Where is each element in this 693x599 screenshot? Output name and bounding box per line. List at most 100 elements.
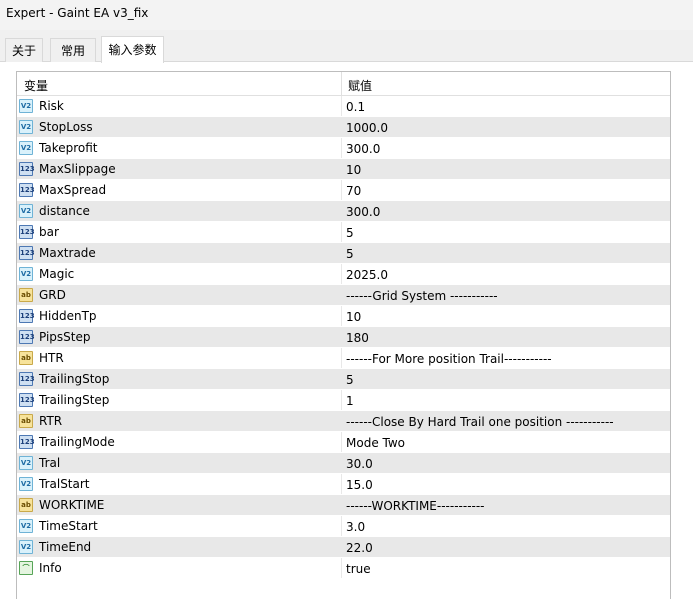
- tab-inputs[interactable]: 输入参数: [101, 36, 164, 63]
- variable-cell: V2 TimeStart: [17, 516, 342, 536]
- table-row[interactable]: V2 Takeprofit 300.0: [17, 138, 670, 159]
- variable-name: TrailingStop: [39, 372, 110, 386]
- expert-properties-window: Expert - Gaint EA v3_fix 关于 常用 输入参数 变量 赋…: [0, 0, 693, 599]
- variable-cell: V2 TralStart: [17, 474, 342, 494]
- tab-about[interactable]: 关于: [5, 38, 43, 62]
- table-row[interactable]: ab HTR ------For More position Trail------…: [17, 348, 670, 369]
- value-cell[interactable]: 15.0: [342, 474, 670, 494]
- double-type-icon: V2: [19, 141, 33, 155]
- table-row[interactable]: 123 MaxSlippage 10: [17, 159, 670, 180]
- value-cell[interactable]: ------WORKTIME-----------: [342, 495, 670, 515]
- value-cell[interactable]: 5: [342, 222, 670, 242]
- value-cell[interactable]: 1: [342, 390, 670, 410]
- variable-name: Maxtrade: [39, 246, 96, 260]
- double-type-icon: V2: [19, 99, 33, 113]
- value-cell[interactable]: 300.0: [342, 138, 670, 158]
- variable-cell: V2 Tral: [17, 453, 342, 473]
- value-cell[interactable]: 3.0: [342, 516, 670, 536]
- table-row[interactable]: 123 TrailingStep 1: [17, 390, 670, 411]
- table-row[interactable]: ab WORKTIME ------WORKTIME-----------: [17, 495, 670, 516]
- value-cell[interactable]: true: [342, 558, 670, 578]
- inputs-panel: 变量 赋值 V2 Risk 0.1 V2 StopLoss 1000.0 V2 Takepro…: [0, 62, 693, 599]
- table-row[interactable]: ab RTR ------Close By Hard Trail one posit…: [17, 411, 670, 432]
- variable-name: MaxSpread: [39, 183, 107, 197]
- variable-name: RTR: [39, 414, 63, 428]
- variable-name: Takeprofit: [39, 141, 98, 155]
- value-cell[interactable]: 22.0: [342, 537, 670, 557]
- value-cell[interactable]: Mode Two: [342, 432, 670, 452]
- header-variable[interactable]: 变量: [17, 72, 342, 95]
- parameters-grid: 变量 赋值 V2 Risk 0.1 V2 StopLoss 1000.0 V2 Takepro…: [16, 71, 671, 599]
- value-cell[interactable]: 300.0: [342, 201, 670, 221]
- int-type-icon: 123: [19, 225, 35, 239]
- table-row[interactable]: V2 Risk 0.1: [17, 96, 670, 117]
- table-row[interactable]: 123 Maxtrade 5: [17, 243, 670, 264]
- table-row[interactable]: 123 bar 5: [17, 222, 670, 243]
- variable-cell: V2 StopLoss: [17, 117, 342, 137]
- variable-cell: V2 Risk: [17, 96, 342, 116]
- value-cell[interactable]: 0.1: [342, 96, 670, 116]
- value-cell[interactable]: ------Grid System -----------: [342, 285, 670, 305]
- table-row[interactable]: V2 StopLoss 1000.0: [17, 117, 670, 138]
- variable-cell: 123 HiddenTp: [17, 306, 342, 326]
- variable-cell: ab WORKTIME: [17, 495, 342, 515]
- value-cell[interactable]: 180: [342, 327, 670, 347]
- string-type-icon: ab: [19, 288, 33, 302]
- string-type-icon: ab: [19, 414, 33, 428]
- value-cell[interactable]: 2025.0: [342, 264, 670, 284]
- value-cell[interactable]: 1000.0: [342, 117, 670, 137]
- table-row[interactable]: V2 distance 300.0: [17, 201, 670, 222]
- variable-cell: 123 PipsStep: [17, 327, 342, 347]
- table-row[interactable]: V2 TimeStart 3.0: [17, 516, 670, 537]
- variable-name: TrailingStep: [39, 393, 110, 407]
- int-type-icon: 123: [19, 372, 35, 386]
- table-row[interactable]: 123 TrailingStop 5: [17, 369, 670, 390]
- variable-name: MaxSlippage: [39, 162, 116, 176]
- int-type-icon: 123: [19, 162, 35, 176]
- table-row[interactable]: 123 MaxSpread 70: [17, 180, 670, 201]
- table-row[interactable]: 123 PipsStep 180: [17, 327, 670, 348]
- table-row[interactable]: V2 TralStart 15.0: [17, 474, 670, 495]
- header-value[interactable]: 赋值: [342, 72, 670, 95]
- table-row[interactable]: 123 HiddenTp 10: [17, 306, 670, 327]
- variable-name: HiddenTp: [39, 309, 97, 323]
- value-cell[interactable]: 30.0: [342, 453, 670, 473]
- string-type-icon: ab: [19, 351, 33, 365]
- grid-rows: V2 Risk 0.1 V2 StopLoss 1000.0 V2 Takeprofit 300…: [17, 96, 670, 579]
- variable-name: GRD: [39, 288, 66, 302]
- variable-cell: ab RTR: [17, 411, 342, 431]
- table-row[interactable]: V2 TimeEnd 22.0: [17, 537, 670, 558]
- variable-cell: 123 MaxSlippage: [17, 159, 342, 179]
- int-type-icon: 123: [19, 435, 35, 449]
- tab-common[interactable]: 常用: [50, 38, 96, 62]
- variable-name: TrailingMode: [39, 435, 115, 449]
- string-type-icon: ab: [19, 498, 33, 512]
- variable-name: TralStart: [39, 477, 90, 491]
- value-cell[interactable]: 70: [342, 180, 670, 200]
- variable-cell: ⌒ Info: [17, 558, 342, 578]
- table-row[interactable]: V2 Magic 2025.0: [17, 264, 670, 285]
- variable-name: bar: [39, 225, 59, 239]
- variable-cell: 123 TrailingStep: [17, 390, 342, 410]
- variable-cell: V2 Magic: [17, 264, 342, 284]
- int-type-icon: 123: [19, 330, 35, 344]
- tab-bar: 关于 常用 输入参数: [0, 36, 693, 63]
- value-cell[interactable]: 10: [342, 159, 670, 179]
- double-type-icon: V2: [19, 519, 33, 533]
- value-cell[interactable]: ------Close By Hard Trail one position -…: [342, 411, 670, 431]
- table-row[interactable]: V2 Tral 30.0: [17, 453, 670, 474]
- table-row[interactable]: ab GRD ------Grid System -----------: [17, 285, 670, 306]
- variable-cell: 123 bar: [17, 222, 342, 242]
- variable-name: Tral: [39, 456, 61, 470]
- value-cell[interactable]: ------For More position Trail-----------: [342, 348, 670, 368]
- table-row[interactable]: 123 TrailingMode Mode Two: [17, 432, 670, 453]
- value-cell[interactable]: 10: [342, 306, 670, 326]
- variable-name: HTR: [39, 351, 64, 365]
- value-cell[interactable]: 5: [342, 369, 670, 389]
- variable-name: Magic: [39, 267, 75, 281]
- value-cell[interactable]: 5: [342, 243, 670, 263]
- variable-cell: 123 TrailingMode: [17, 432, 342, 452]
- table-row[interactable]: ⌒ Info true: [17, 558, 670, 579]
- int-type-icon: 123: [19, 309, 35, 323]
- variable-name: WORKTIME: [39, 498, 105, 512]
